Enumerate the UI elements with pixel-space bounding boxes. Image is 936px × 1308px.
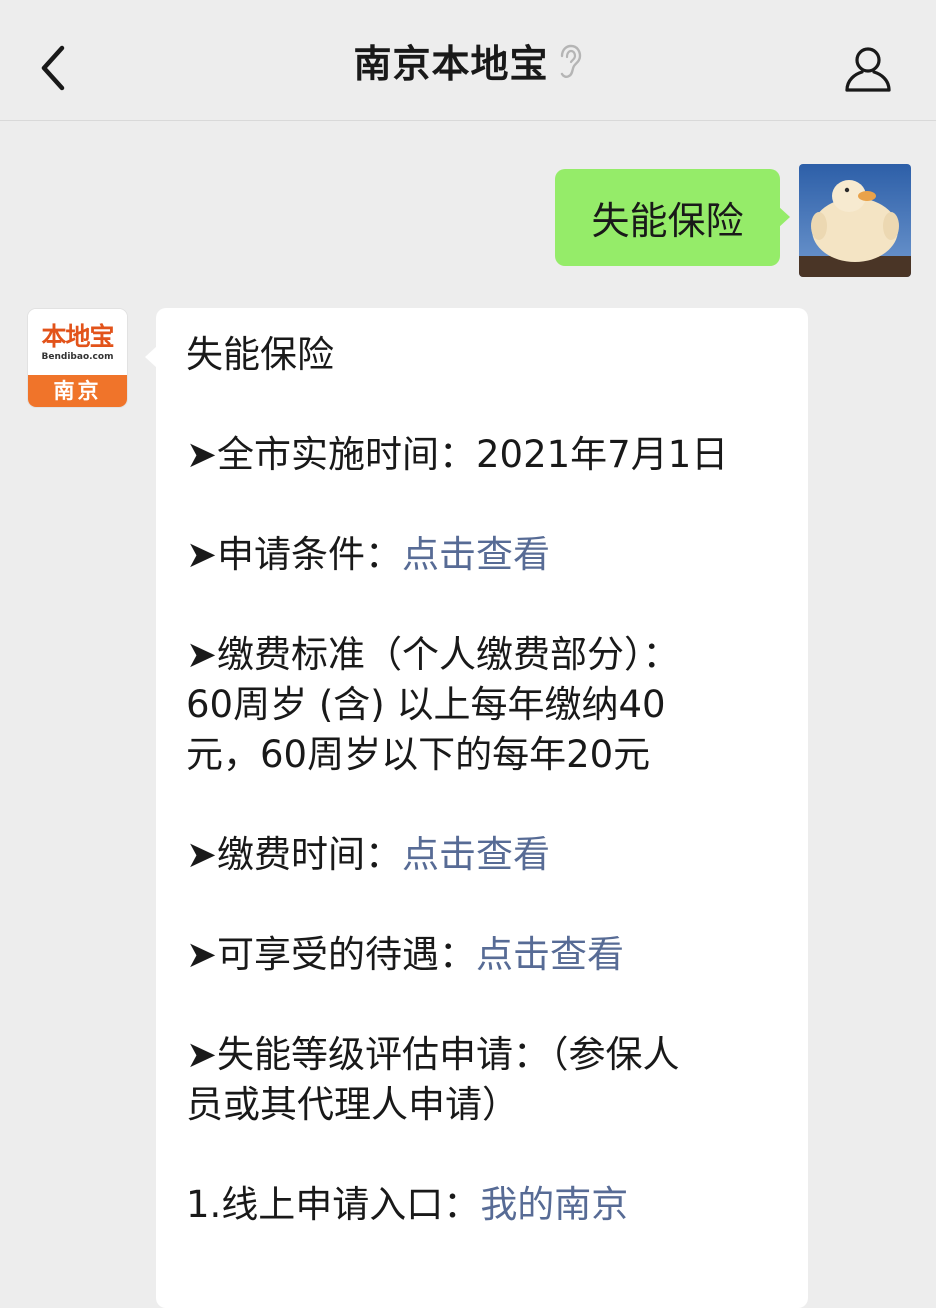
arrow-icon: ➤ <box>186 433 218 476</box>
outgoing-message-bubble[interactable]: 失能保险 <box>555 169 780 266</box>
navbar: 南京本地宝 <box>0 0 936 121</box>
ear-icon <box>560 44 581 79</box>
logo-domain-text: Bendibao.com <box>41 352 114 362</box>
arrow-icon: ➤ <box>186 633 218 676</box>
nav-title-area: 南京本地宝 <box>0 0 936 120</box>
arrow-icon: ➤ <box>186 833 218 876</box>
outgoing-message-text: 失能保险 <box>591 199 744 243</box>
conditions-label: 申请条件： <box>217 533 403 576</box>
incoming-message-body: 失能保险 ➤全市实施时间：2021年7月1日 ➤申请条件：点击查看 ➤缴费标准（… <box>186 330 786 1280</box>
implementation-line: ➤全市实施时间：2021年7月1日 <box>186 430 786 480</box>
assessment-line-1: ➤失能等级评估申请：（参保人 <box>186 1033 680 1076</box>
fee-line-3: 元，60周岁以下的每年20元 <box>186 733 651 776</box>
outgoing-bubble-tail <box>778 206 790 228</box>
online-entry-link[interactable]: 我的南京 <box>480 1183 628 1226</box>
assessment-line-2: 员或其代理人申请） <box>186 1083 519 1126</box>
arrow-icon: ➤ <box>186 933 218 976</box>
conditions-line: ➤申请条件：点击查看 <box>186 530 786 580</box>
incoming-message-bubble: 失能保险 ➤全市实施时间：2021年7月1日 ➤申请条件：点击查看 ➤缴费标准（… <box>156 308 808 1308</box>
arrow-icon: ➤ <box>186 1033 218 1076</box>
assessment-block: ➤失能等级评估申请：（参保人 员或其代理人申请） <box>186 1030 786 1130</box>
chat-title: 南京本地宝 <box>353 41 549 86</box>
logo-city-text: 南京 <box>28 375 127 407</box>
payment-time-label: 缴费时间： <box>217 833 403 876</box>
bendibao-avatar[interactable]: 本地宝 Bendibao.com 南京 <box>28 309 127 407</box>
duck-avatar-image <box>799 164 911 277</box>
fee-standard-block: ➤缴费标准（个人缴费部分）： 60周岁 (含) 以上每年缴纳40 元，60周岁以… <box>186 630 786 780</box>
fee-line-2: 60周岁 (含) 以上每年缴纳40 <box>186 683 666 726</box>
logo-top: 本地宝 Bendibao.com <box>28 309 127 371</box>
conditions-link[interactable]: 点击查看 <box>402 533 550 576</box>
payment-time-link[interactable]: 点击查看 <box>402 833 550 876</box>
benefits-link[interactable]: 点击查看 <box>476 933 624 976</box>
implementation-text: 全市实施时间：2021年7月1日 <box>217 433 729 476</box>
benefits-line: ➤可享受的待遇：点击查看 <box>186 930 786 980</box>
online-entry-label: 1.线上申请入口： <box>186 1183 481 1226</box>
logo-brand-text: 本地宝 <box>41 322 114 351</box>
profile-icon[interactable] <box>843 44 893 94</box>
arrow-icon: ➤ <box>186 533 218 576</box>
fee-line-1: ➤缴费标准（个人缴费部分）： <box>186 633 680 676</box>
reply-title: 失能保险 <box>186 333 334 376</box>
online-entry-line: 1.线上申请入口：我的南京 <box>186 1180 786 1230</box>
benefits-label: 可享受的待遇： <box>217 933 477 976</box>
payment-time-line: ➤缴费时间：点击查看 <box>186 830 786 880</box>
self-avatar[interactable] <box>799 164 911 277</box>
